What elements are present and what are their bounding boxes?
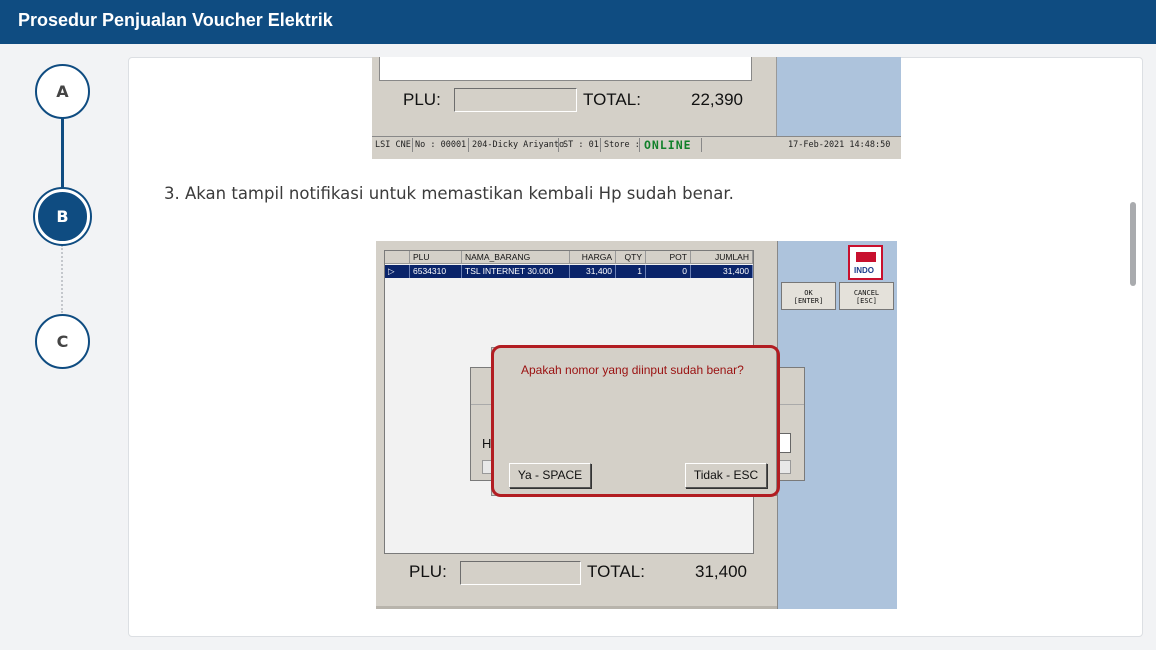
cancel-label: CANCEL [853,289,880,297]
status-online: ONLINE [644,138,692,152]
cell-nama-barang: TSL INTERNET 30.000 [462,265,570,278]
total-label: TOTAL: [583,90,641,109]
table-header-jumlah: JUMLAH [691,251,753,264]
step-b[interactable]: B [35,189,90,244]
step-c[interactable]: C [35,314,90,369]
status-terminal: LSI CNE [375,140,411,150]
indomaret-logo: INDO [848,245,883,280]
table-header-nama: NAMA_BARANG [462,251,570,264]
no-esc-button[interactable]: Tidak - ESC [685,463,767,488]
app-header: Prosedur Penjualan Voucher Elektrik [0,0,1156,44]
ok-key-label: [ENTER] [793,297,824,305]
cell-harga: 31,400 [570,265,616,278]
table-header-marker [385,251,410,264]
scrollbar-thumb[interactable] [1130,202,1136,286]
table-header-qty: QTY [616,251,646,264]
plu-label: PLU: [403,90,441,109]
logo-text: INDO [854,266,874,275]
table-header-harga: HARGA [570,251,616,264]
table-header-plu: PLU [410,251,462,264]
row-marker: ▷ [385,265,410,278]
cell-plu: 6534310 [410,265,462,278]
pos-screenshot-2: PLU NAMA_BARANG HARGA QTY POT JUMLAH ▷ 6… [376,241,897,609]
cancel-key-label: [ESC] [855,297,878,305]
pos-status-bar: LSI CNE No : 00001 204-Dicky Ariyanto ST… [372,136,901,153]
stepper-line-pending [61,245,63,313]
confirm-dialog: Apakah nomor yang diinput sudah benar? Y… [491,347,777,496]
cancel-esc-button[interactable]: CANCEL [ESC] [839,282,894,310]
yes-space-button[interactable]: Ya - SPACE [509,463,591,488]
ok-label: OK [804,289,813,297]
cell-pot: 0 [646,265,691,278]
cell-jumlah: 31,400 [691,265,753,278]
pos-total-bar: PLU: TOTAL: 31,400 [376,559,777,609]
plu-input [460,561,581,585]
pos-table-bottom [379,57,752,81]
total-value: 22,390 [691,90,743,109]
table-header-pot: POT [646,251,691,264]
status-store: Store : [604,140,640,150]
plu-input [454,88,577,112]
instruction-text: 3. Akan tampil notifikasi untuk memastik… [164,184,734,203]
status-datetime: 17-Feb-2021 14:48:50 [788,140,891,150]
plu-label: PLU: [409,562,447,581]
status-st: ST : 01 [563,140,599,150]
total-value: 31,400 [695,562,747,581]
stepper-line-done [61,118,64,190]
pos-screenshot-1: PLU: TOTAL: 22,390 LSI CNE No : 00001 20… [372,57,901,159]
step-a[interactable]: A [35,64,90,119]
total-label: TOTAL: [587,562,645,581]
status-no: No : 00001 [415,140,467,150]
page-title: Prosedur Penjualan Voucher Elektrik [18,10,333,30]
confirm-question: Apakah nomor yang diinput sudah benar? [521,363,744,377]
ok-enter-button[interactable]: OK [ENTER] [781,282,836,310]
cell-qty: 1 [616,265,646,278]
status-cashier: 204-Dicky Ariyanto [472,140,565,150]
pos-side-panel [776,57,901,136]
